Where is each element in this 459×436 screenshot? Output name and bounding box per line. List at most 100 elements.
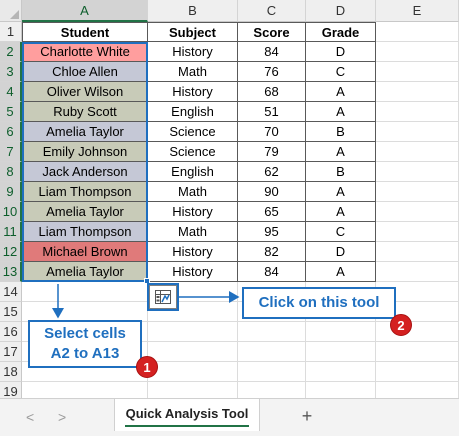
table-cell[interactable]: B <box>306 162 376 182</box>
row-header-9[interactable]: 9 <box>0 182 22 202</box>
student-cell[interactable]: Michael Brown <box>22 242 148 262</box>
table-cell[interactable]: A <box>306 82 376 102</box>
row-header-15[interactable]: 15 <box>0 302 22 322</box>
row-header-18[interactable]: 18 <box>0 362 22 382</box>
empty-cell[interactable] <box>238 362 306 382</box>
empty-cell[interactable] <box>376 22 459 42</box>
student-cell[interactable]: Chloe Allen <box>22 62 148 82</box>
student-cell[interactable]: Liam Thompson <box>22 222 148 242</box>
student-cell[interactable]: Ruby Scott <box>22 102 148 122</box>
table-cell[interactable]: History <box>148 242 238 262</box>
empty-cell[interactable] <box>376 342 459 362</box>
empty-cell[interactable] <box>376 42 459 62</box>
table-cell[interactable]: 65 <box>238 202 306 222</box>
empty-cell[interactable] <box>376 102 459 122</box>
table-cell[interactable]: 62 <box>238 162 306 182</box>
table-cell[interactable]: 84 <box>238 262 306 282</box>
row-header-17[interactable]: 17 <box>0 342 22 362</box>
table-cell[interactable]: 82 <box>238 242 306 262</box>
table-cell[interactable]: A <box>306 182 376 202</box>
empty-cell[interactable] <box>376 142 459 162</box>
table-cell[interactable]: D <box>306 242 376 262</box>
row-header-1[interactable]: 1 <box>0 22 22 42</box>
column-header-d[interactable]: D <box>306 0 376 22</box>
table-cell[interactable]: 68 <box>238 82 306 102</box>
table-cell[interactable]: English <box>148 102 238 122</box>
row-header-7[interactable]: 7 <box>0 142 22 162</box>
row-header-8[interactable]: 8 <box>0 162 22 182</box>
table-cell[interactable]: A <box>306 262 376 282</box>
table-cell[interactable]: 51 <box>238 102 306 122</box>
row-header-10[interactable]: 10 <box>0 202 22 222</box>
empty-cell[interactable] <box>148 322 238 342</box>
table-cell[interactable]: Science <box>148 142 238 162</box>
empty-cell[interactable] <box>22 282 148 302</box>
quick-analysis-button[interactable] <box>147 283 179 311</box>
student-cell[interactable]: Emily Johnson <box>22 142 148 162</box>
row-header-2[interactable]: 2 <box>0 42 22 62</box>
header-cell-score[interactable]: Score <box>238 22 306 42</box>
table-cell[interactable]: 95 <box>238 222 306 242</box>
row-header-3[interactable]: 3 <box>0 62 22 82</box>
empty-cell[interactable] <box>376 222 459 242</box>
row-header-5[interactable]: 5 <box>0 102 22 122</box>
empty-cell[interactable] <box>376 242 459 262</box>
empty-cell[interactable] <box>376 82 459 102</box>
header-cell-subject[interactable]: Subject <box>148 22 238 42</box>
column-header-a[interactable]: A <box>22 0 148 22</box>
empty-cell[interactable] <box>238 342 306 362</box>
student-cell[interactable]: Oliver Wilson <box>22 82 148 102</box>
row-header-14[interactable]: 14 <box>0 282 22 302</box>
row-header-13[interactable]: 13 <box>0 262 22 282</box>
table-cell[interactable]: History <box>148 82 238 102</box>
chevron-right-icon[interactable]: > <box>58 409 66 425</box>
empty-cell[interactable] <box>376 362 459 382</box>
table-cell[interactable]: Math <box>148 222 238 242</box>
student-cell[interactable]: Charlotte White <box>22 42 148 62</box>
row-header-6[interactable]: 6 <box>0 122 22 142</box>
table-cell[interactable]: History <box>148 42 238 62</box>
table-cell[interactable]: History <box>148 262 238 282</box>
fill-handle[interactable] <box>144 278 150 284</box>
empty-cell[interactable] <box>376 262 459 282</box>
empty-cell[interactable] <box>376 322 459 342</box>
chevron-left-icon[interactable]: < <box>26 409 34 425</box>
student-cell[interactable]: Liam Thompson <box>22 182 148 202</box>
plus-icon[interactable]: + <box>296 405 318 427</box>
empty-cell[interactable] <box>306 342 376 362</box>
table-cell[interactable]: 76 <box>238 62 306 82</box>
empty-cell[interactable] <box>376 122 459 142</box>
table-cell[interactable]: D <box>306 42 376 62</box>
empty-cell[interactable] <box>376 202 459 222</box>
table-cell[interactable]: Science <box>148 122 238 142</box>
column-header-c[interactable]: C <box>238 0 306 22</box>
table-cell[interactable]: 84 <box>238 42 306 62</box>
table-cell[interactable]: 90 <box>238 182 306 202</box>
table-cell[interactable]: C <box>306 62 376 82</box>
column-header-b[interactable]: B <box>148 0 238 22</box>
table-cell[interactable]: 79 <box>238 142 306 162</box>
table-cell[interactable]: History <box>148 202 238 222</box>
table-cell[interactable]: Math <box>148 62 238 82</box>
row-header-4[interactable]: 4 <box>0 82 22 102</box>
empty-cell[interactable] <box>238 322 306 342</box>
table-cell[interactable]: B <box>306 122 376 142</box>
row-header-11[interactable]: 11 <box>0 222 22 242</box>
student-cell[interactable]: Jack Anderson <box>22 162 148 182</box>
empty-cell[interactable] <box>376 182 459 202</box>
row-header-16[interactable]: 16 <box>0 322 22 342</box>
row-header-12[interactable]: 12 <box>0 242 22 262</box>
empty-cell[interactable] <box>306 362 376 382</box>
empty-cell[interactable] <box>376 62 459 82</box>
empty-cell[interactable] <box>306 322 376 342</box>
student-cell[interactable]: Amelia Taylor <box>22 122 148 142</box>
table-cell[interactable]: C <box>306 222 376 242</box>
table-cell[interactable]: Math <box>148 182 238 202</box>
sheet-tab-quick-analysis-tool[interactable]: Quick Analysis Tool <box>114 399 260 431</box>
empty-cell[interactable] <box>148 362 238 382</box>
student-cell[interactable]: Amelia Taylor <box>22 202 148 222</box>
table-cell[interactable]: A <box>306 142 376 162</box>
table-cell[interactable]: 70 <box>238 122 306 142</box>
header-cell-student[interactable]: Student <box>22 22 148 42</box>
table-cell[interactable]: English <box>148 162 238 182</box>
